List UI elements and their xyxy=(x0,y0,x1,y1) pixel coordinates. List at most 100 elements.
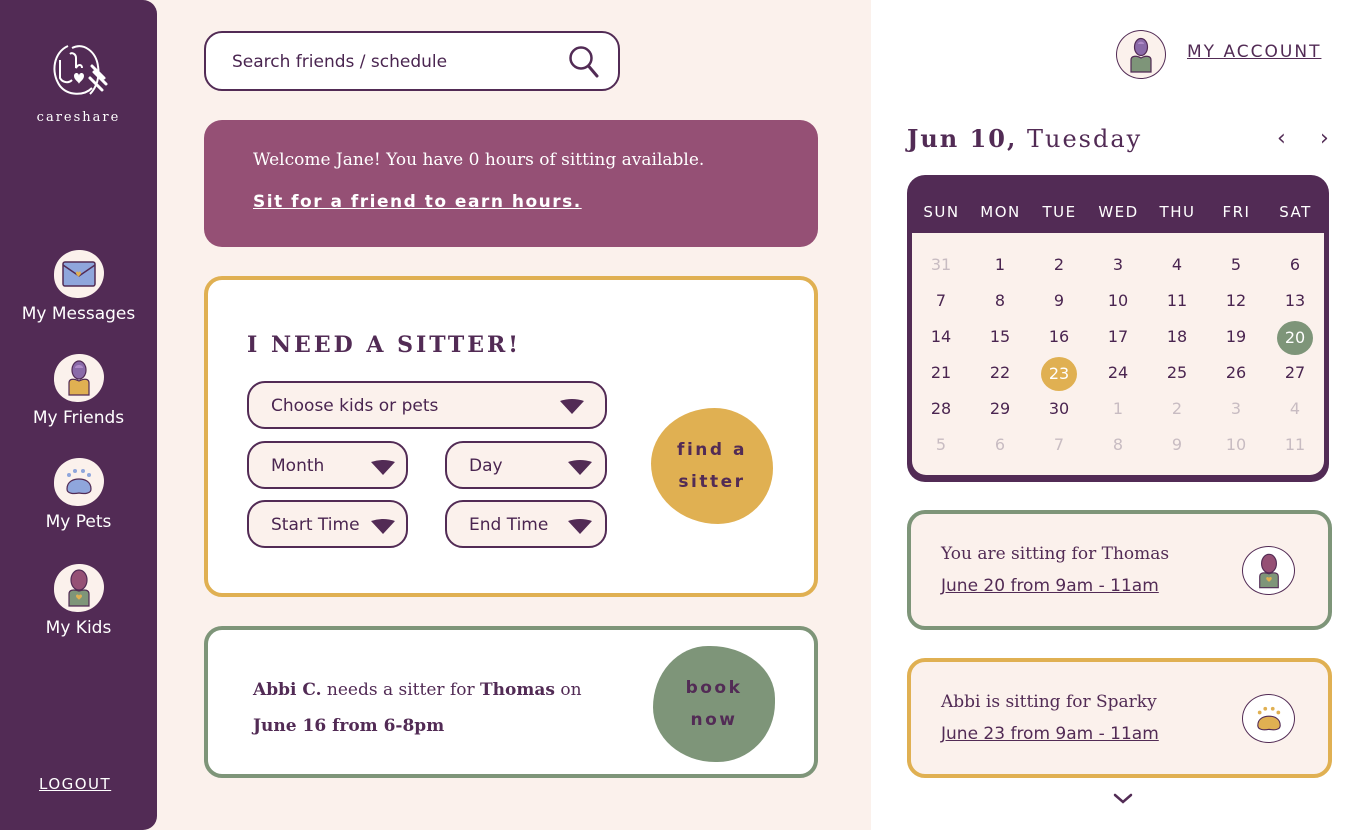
calendar-prev-button[interactable]: ‹ xyxy=(1277,126,1286,151)
calendar-day[interactable]: 13 xyxy=(1277,285,1313,317)
calendar-day[interactable]: 27 xyxy=(1277,357,1313,389)
appointment-title: Abbi is sitting for Sparky xyxy=(941,692,1157,712)
kid-avatar-icon xyxy=(1242,546,1295,595)
calendar-day[interactable]: 10 xyxy=(1100,285,1136,317)
calendar-day[interactable]: 15 xyxy=(982,321,1018,353)
careshare-logo[interactable]: careshare xyxy=(0,38,157,125)
calendar-day[interactable]: 25 xyxy=(1159,357,1195,389)
chevron-down-icon xyxy=(568,519,592,534)
calendar-next-button[interactable]: › xyxy=(1320,126,1329,151)
calendar-day[interactable]: 3 xyxy=(1100,249,1136,281)
requester-name: Abbi C. xyxy=(253,680,322,700)
appointment-time[interactable]: June 20 from 9am - 11am xyxy=(941,576,1159,596)
earn-hours-link[interactable]: Sit for a friend to earn hours. xyxy=(253,192,582,212)
sidebar-item-label: My Messages xyxy=(21,304,136,324)
calendar-day[interactable]: 16 xyxy=(1041,321,1077,353)
calendar-day[interactable]: 31 xyxy=(923,249,959,281)
calendar-day[interactable]: 18 xyxy=(1159,321,1195,353)
calendar-day[interactable]: 29 xyxy=(982,393,1018,425)
calendar-day[interactable]: 12 xyxy=(1218,285,1254,317)
calendar-day[interactable]: 2 xyxy=(1159,393,1195,425)
calendar-body: 31 1 2 3 4 5 6 7 8 9 10 11 12 13 14 15 16 17 18 19 20 21 22 23 2… xyxy=(912,233,1324,475)
appointment-title: You are sitting for Thomas xyxy=(941,544,1170,564)
search-box xyxy=(204,31,620,91)
select-value: Month xyxy=(271,456,325,476)
heart-hands-icon xyxy=(52,45,107,95)
calendar-day[interactable]: 9 xyxy=(1159,429,1195,461)
logout-link[interactable]: LOGOUT xyxy=(39,775,111,793)
child-name: Thomas xyxy=(480,680,555,700)
weekday-label: TUE xyxy=(1042,203,1077,221)
calendar-day[interactable]: 3 xyxy=(1218,393,1254,425)
my-account-link[interactable]: MY ACCOUNT xyxy=(1187,42,1321,62)
user-avatar-icon xyxy=(1130,37,1152,73)
calendar-day[interactable]: 4 xyxy=(1159,249,1195,281)
weekday-label: SAT xyxy=(1279,203,1312,221)
appointment-time[interactable]: June 23 from 9am - 11am xyxy=(941,724,1159,744)
calendar-day[interactable]: 7 xyxy=(1041,429,1077,461)
sitter-request-card: I NEED A SITTER! Choose kids or pets Mon… xyxy=(204,276,818,597)
button-label: find a sitter xyxy=(677,440,747,492)
user-avatar[interactable] xyxy=(1116,30,1166,79)
calendar-day[interactable]: 19 xyxy=(1218,321,1254,353)
select-value: Start Time xyxy=(271,515,360,535)
calendar-day[interactable]: 28 xyxy=(923,393,959,425)
weekday-label: SUN xyxy=(923,203,960,221)
calendar-day[interactable]: 24 xyxy=(1100,357,1136,389)
sidebar-item-label: My Pets xyxy=(45,512,112,532)
calendar-day[interactable]: 11 xyxy=(1277,429,1313,461)
book-now-button[interactable]: book now xyxy=(653,646,775,762)
day-select[interactable]: Day xyxy=(445,441,607,489)
weekday-label: MON xyxy=(980,203,1021,221)
weekday-label: THU xyxy=(1159,203,1196,221)
start-time-select[interactable]: Start Time xyxy=(247,500,408,548)
calendar-day[interactable]: 4 xyxy=(1277,393,1313,425)
welcome-message: Welcome Jane! You have 0 hours of sittin… xyxy=(253,150,705,170)
calendar-day[interactable]: 14 xyxy=(923,321,959,353)
appointment-card[interactable]: Abbi is sitting for Sparky June 23 from … xyxy=(907,658,1332,778)
kid-avatar-icon xyxy=(53,564,104,612)
calendar-day[interactable]: 23 xyxy=(1041,357,1077,391)
chevron-down-icon xyxy=(568,460,592,475)
appointment-card[interactable]: You are sitting for Thomas June 20 from … xyxy=(907,510,1332,630)
chevron-down-icon xyxy=(371,519,395,534)
weekday-label: WED xyxy=(1098,203,1139,221)
request-when: June 16 from 6-8pm xyxy=(253,716,445,736)
friend-avatar-icon xyxy=(53,354,104,402)
sidebar-item-messages[interactable]: My Messages xyxy=(0,250,157,324)
button-label: book now xyxy=(685,678,743,730)
chevron-down-icon[interactable] xyxy=(1113,793,1133,805)
calendar-day[interactable]: 26 xyxy=(1218,357,1254,389)
calendar-day[interactable]: 5 xyxy=(923,429,959,461)
paw-icon xyxy=(53,458,104,506)
calendar-day[interactable]: 22 xyxy=(982,357,1018,389)
end-time-select[interactable]: End Time xyxy=(445,500,607,548)
calendar-day[interactable]: 30 xyxy=(1041,393,1077,425)
calendar-day[interactable]: 11 xyxy=(1159,285,1195,317)
chevron-down-icon xyxy=(560,399,584,414)
calendar-day[interactable]: 17 xyxy=(1100,321,1136,353)
sidebar-item-friends[interactable]: My Friends xyxy=(0,354,157,428)
calendar-day[interactable]: 2 xyxy=(1041,249,1077,281)
calendar-day[interactable]: 9 xyxy=(1041,285,1077,317)
paw-icon xyxy=(1242,694,1295,743)
search-icon[interactable] xyxy=(568,45,600,79)
find-sitter-button[interactable]: find a sitter xyxy=(651,408,773,524)
calendar-current-date: Jun 10, Tuesday xyxy=(907,124,1143,153)
calendar-day[interactable]: 1 xyxy=(982,249,1018,281)
calendar-day[interactable]: 20 xyxy=(1277,321,1313,355)
calendar-day[interactable]: 8 xyxy=(1100,429,1136,461)
kids-or-pets-select[interactable]: Choose kids or pets xyxy=(247,381,607,429)
month-select[interactable]: Month xyxy=(247,441,408,489)
calendar-day[interactable]: 5 xyxy=(1218,249,1254,281)
calendar-day[interactable]: 21 xyxy=(923,357,959,389)
search-input[interactable] xyxy=(232,49,552,75)
sidebar-item-pets[interactable]: My Pets xyxy=(0,458,157,532)
calendar-day[interactable]: 7 xyxy=(923,285,959,317)
calendar-day[interactable]: 1 xyxy=(1100,393,1136,425)
calendar-day[interactable]: 8 xyxy=(982,285,1018,317)
calendar-day[interactable]: 10 xyxy=(1218,429,1254,461)
calendar-day[interactable]: 6 xyxy=(982,429,1018,461)
sidebar-item-kids[interactable]: My Kids xyxy=(0,564,157,638)
calendar-day[interactable]: 6 xyxy=(1277,249,1313,281)
